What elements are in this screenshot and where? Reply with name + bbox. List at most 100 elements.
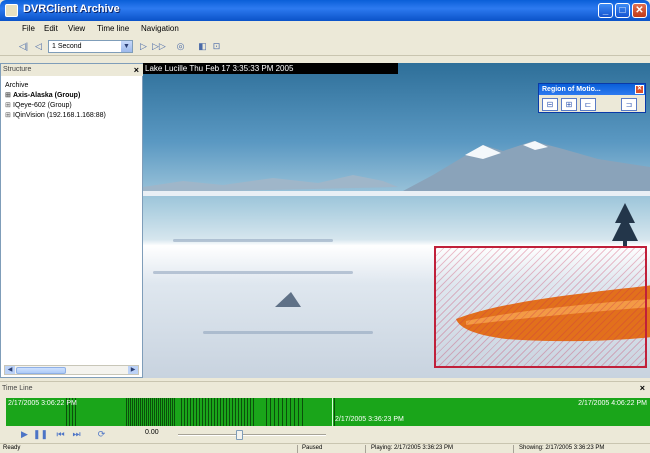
remove-region-icon[interactable]: ⊏ — [580, 98, 596, 111]
skip-end-icon[interactable]: ⏭ — [70, 428, 83, 440]
timeline-activity-bar — [250, 398, 251, 426]
speed-select[interactable]: 1 Second ▼ — [48, 40, 133, 53]
timeline-activity-bar — [290, 398, 291, 426]
menu-view[interactable]: View — [68, 24, 85, 33]
step-back-far-icon[interactable]: ◁| — [18, 40, 29, 52]
timeline-activity-bar — [247, 398, 248, 426]
toolbar: ◁| ◁ 1 Second ▼ ▷ ▷▷ ◎ ◧ ⊡ — [0, 37, 650, 56]
snapshot-icon[interactable]: ◧ — [197, 40, 208, 52]
camera-osd: Lake Lucille Thu Feb 17 3:35:33 PM 2005 — [143, 63, 398, 74]
scroll-left-icon[interactable]: ◀ — [5, 366, 15, 374]
menu-file[interactable]: File — [22, 24, 35, 33]
timeline-activity-bar — [202, 398, 203, 426]
chevron-down-icon[interactable]: ▼ — [121, 41, 132, 52]
timeline-current: 2/17/2005 3:36:23 PM — [335, 416, 404, 423]
close-button[interactable]: ✕ — [632, 3, 647, 18]
tree-item-iqinvision[interactable]: IQinVision (192.168.1.168:88) — [5, 111, 106, 121]
refresh-icon[interactable]: ⟳ — [95, 428, 108, 440]
tree-item-iqeye[interactable]: IQeye-602 (Group) — [5, 101, 106, 111]
rom-title-bar: Region of Motio... ✕ — [539, 84, 645, 95]
timeline-activity-bar — [211, 398, 212, 426]
timeline-activity-bar — [282, 398, 283, 426]
timeline-activity-bar — [132, 398, 133, 426]
scrollbar-thumb[interactable] — [16, 367, 66, 374]
structure-header: Structure × — [1, 64, 144, 76]
status-playing: Playing: 2/17/2005 3:36:23 PM — [371, 445, 454, 451]
timeline-activity-bar — [128, 398, 129, 426]
divider — [365, 445, 366, 453]
timeline-activity-bar — [220, 398, 221, 426]
select-region-icon[interactable]: ⊟ — [542, 98, 558, 111]
settings-region-icon[interactable]: ⊐ — [621, 98, 637, 111]
window-title: DVRClient Archive — [23, 3, 120, 15]
add-region-icon[interactable]: ⊞ — [561, 98, 577, 111]
close-icon[interactable]: ✕ — [635, 85, 644, 94]
timeline-activity-bar — [158, 398, 159, 426]
ice-streak — [153, 271, 353, 274]
timeline-activity-bar — [146, 398, 147, 426]
status-ready: Ready — [3, 445, 21, 451]
timeline-activity-bar — [148, 398, 149, 426]
pause-icon[interactable]: ❚❚ — [33, 428, 48, 440]
horizontal-scrollbar[interactable]: ◀ ▶ — [4, 365, 139, 375]
step-back-icon[interactable]: ◁ — [33, 40, 44, 52]
timeline-activity-bar — [232, 398, 233, 426]
timeline-activity-bar — [138, 398, 139, 426]
timeline-activity-bar — [302, 398, 303, 426]
slider-thumb[interactable] — [236, 430, 244, 440]
position-value: 0.00 — [145, 429, 159, 436]
timeline-activity-bar — [270, 398, 271, 426]
ice-streak — [173, 239, 333, 242]
menu-navigation[interactable]: Navigation — [141, 24, 179, 33]
tree-item-axis-alaska[interactable]: Axis-Alaska (Group) — [5, 91, 106, 101]
timeline-start: 2/17/2005 3:06:22 PM — [8, 400, 77, 407]
timeline-end: 2/17/2005 4:06:22 PM — [578, 400, 647, 407]
scroll-right-icon[interactable]: ▶ — [128, 366, 138, 374]
timeline-activity-bar — [235, 398, 236, 426]
timeline-activity-bar — [244, 398, 245, 426]
status-showing: Showing: 2/17/2005 3:36:23 PM — [519, 445, 605, 451]
step-forward-far-icon[interactable]: ▷▷ — [152, 40, 166, 52]
timeline-activity-bar — [238, 398, 239, 426]
timeline-cursor[interactable] — [332, 398, 333, 426]
timeline-activity-bar — [136, 398, 137, 426]
export-icon[interactable]: ⊡ — [211, 40, 222, 52]
ice-streak — [203, 331, 373, 334]
timeline-activity-bar — [226, 398, 227, 426]
speed-value: 1 Second — [52, 43, 82, 50]
video-view[interactable]: Lake Lucille Thu Feb 17 3:35:33 PM 2005 … — [143, 63, 650, 378]
tree-item-archive[interactable]: Archive — [5, 81, 106, 91]
play-icon[interactable]: ▶ — [18, 428, 31, 440]
menu-edit[interactable]: Edit — [44, 24, 58, 33]
timeline-activity-bar — [217, 398, 218, 426]
timeline-activity-bar — [181, 398, 182, 426]
step-forward-icon[interactable]: ▷ — [138, 40, 149, 52]
menu-timeline[interactable]: Time line — [97, 24, 129, 33]
timeline-activity-bar — [298, 398, 299, 426]
zoom-icon[interactable]: ◎ — [175, 40, 186, 52]
structure-title: Structure — [3, 66, 32, 73]
timeline-activity-bar — [205, 398, 206, 426]
skip-start-icon[interactable]: ⏮ — [54, 428, 67, 440]
position-slider[interactable] — [178, 434, 326, 436]
title-bar: DVRClient Archive _ □ ✕ — [0, 0, 650, 21]
timeline-track[interactable]: 2/17/2005 3:06:22 PM 2/17/2005 3:36:23 P… — [6, 398, 650, 426]
timeline-activity-bar — [190, 398, 191, 426]
close-icon[interactable]: × — [640, 383, 645, 393]
playback-bar: ▶ ❚❚ ⏮ ⏭ ⟳ 0.00 — [0, 427, 650, 442]
timeline-activity-bar — [241, 398, 242, 426]
timeline-activity-bar — [223, 398, 224, 426]
divider — [297, 445, 298, 453]
timeline-activity-bar — [196, 398, 197, 426]
minimize-button[interactable]: _ — [598, 3, 613, 18]
motion-region[interactable] — [434, 246, 647, 368]
status-bar: Ready Paused Playing: 2/17/2005 3:36:23 … — [0, 443, 650, 453]
timeline-activity-bar — [142, 398, 143, 426]
timeline-activity-bar — [214, 398, 215, 426]
close-icon[interactable]: × — [134, 64, 139, 76]
maximize-button[interactable]: □ — [615, 3, 630, 18]
timeline-activity-bar — [266, 398, 267, 426]
timeline-activity-bar — [199, 398, 200, 426]
timeline-activity-bar — [162, 398, 163, 426]
timeline-activity-bar — [208, 398, 209, 426]
